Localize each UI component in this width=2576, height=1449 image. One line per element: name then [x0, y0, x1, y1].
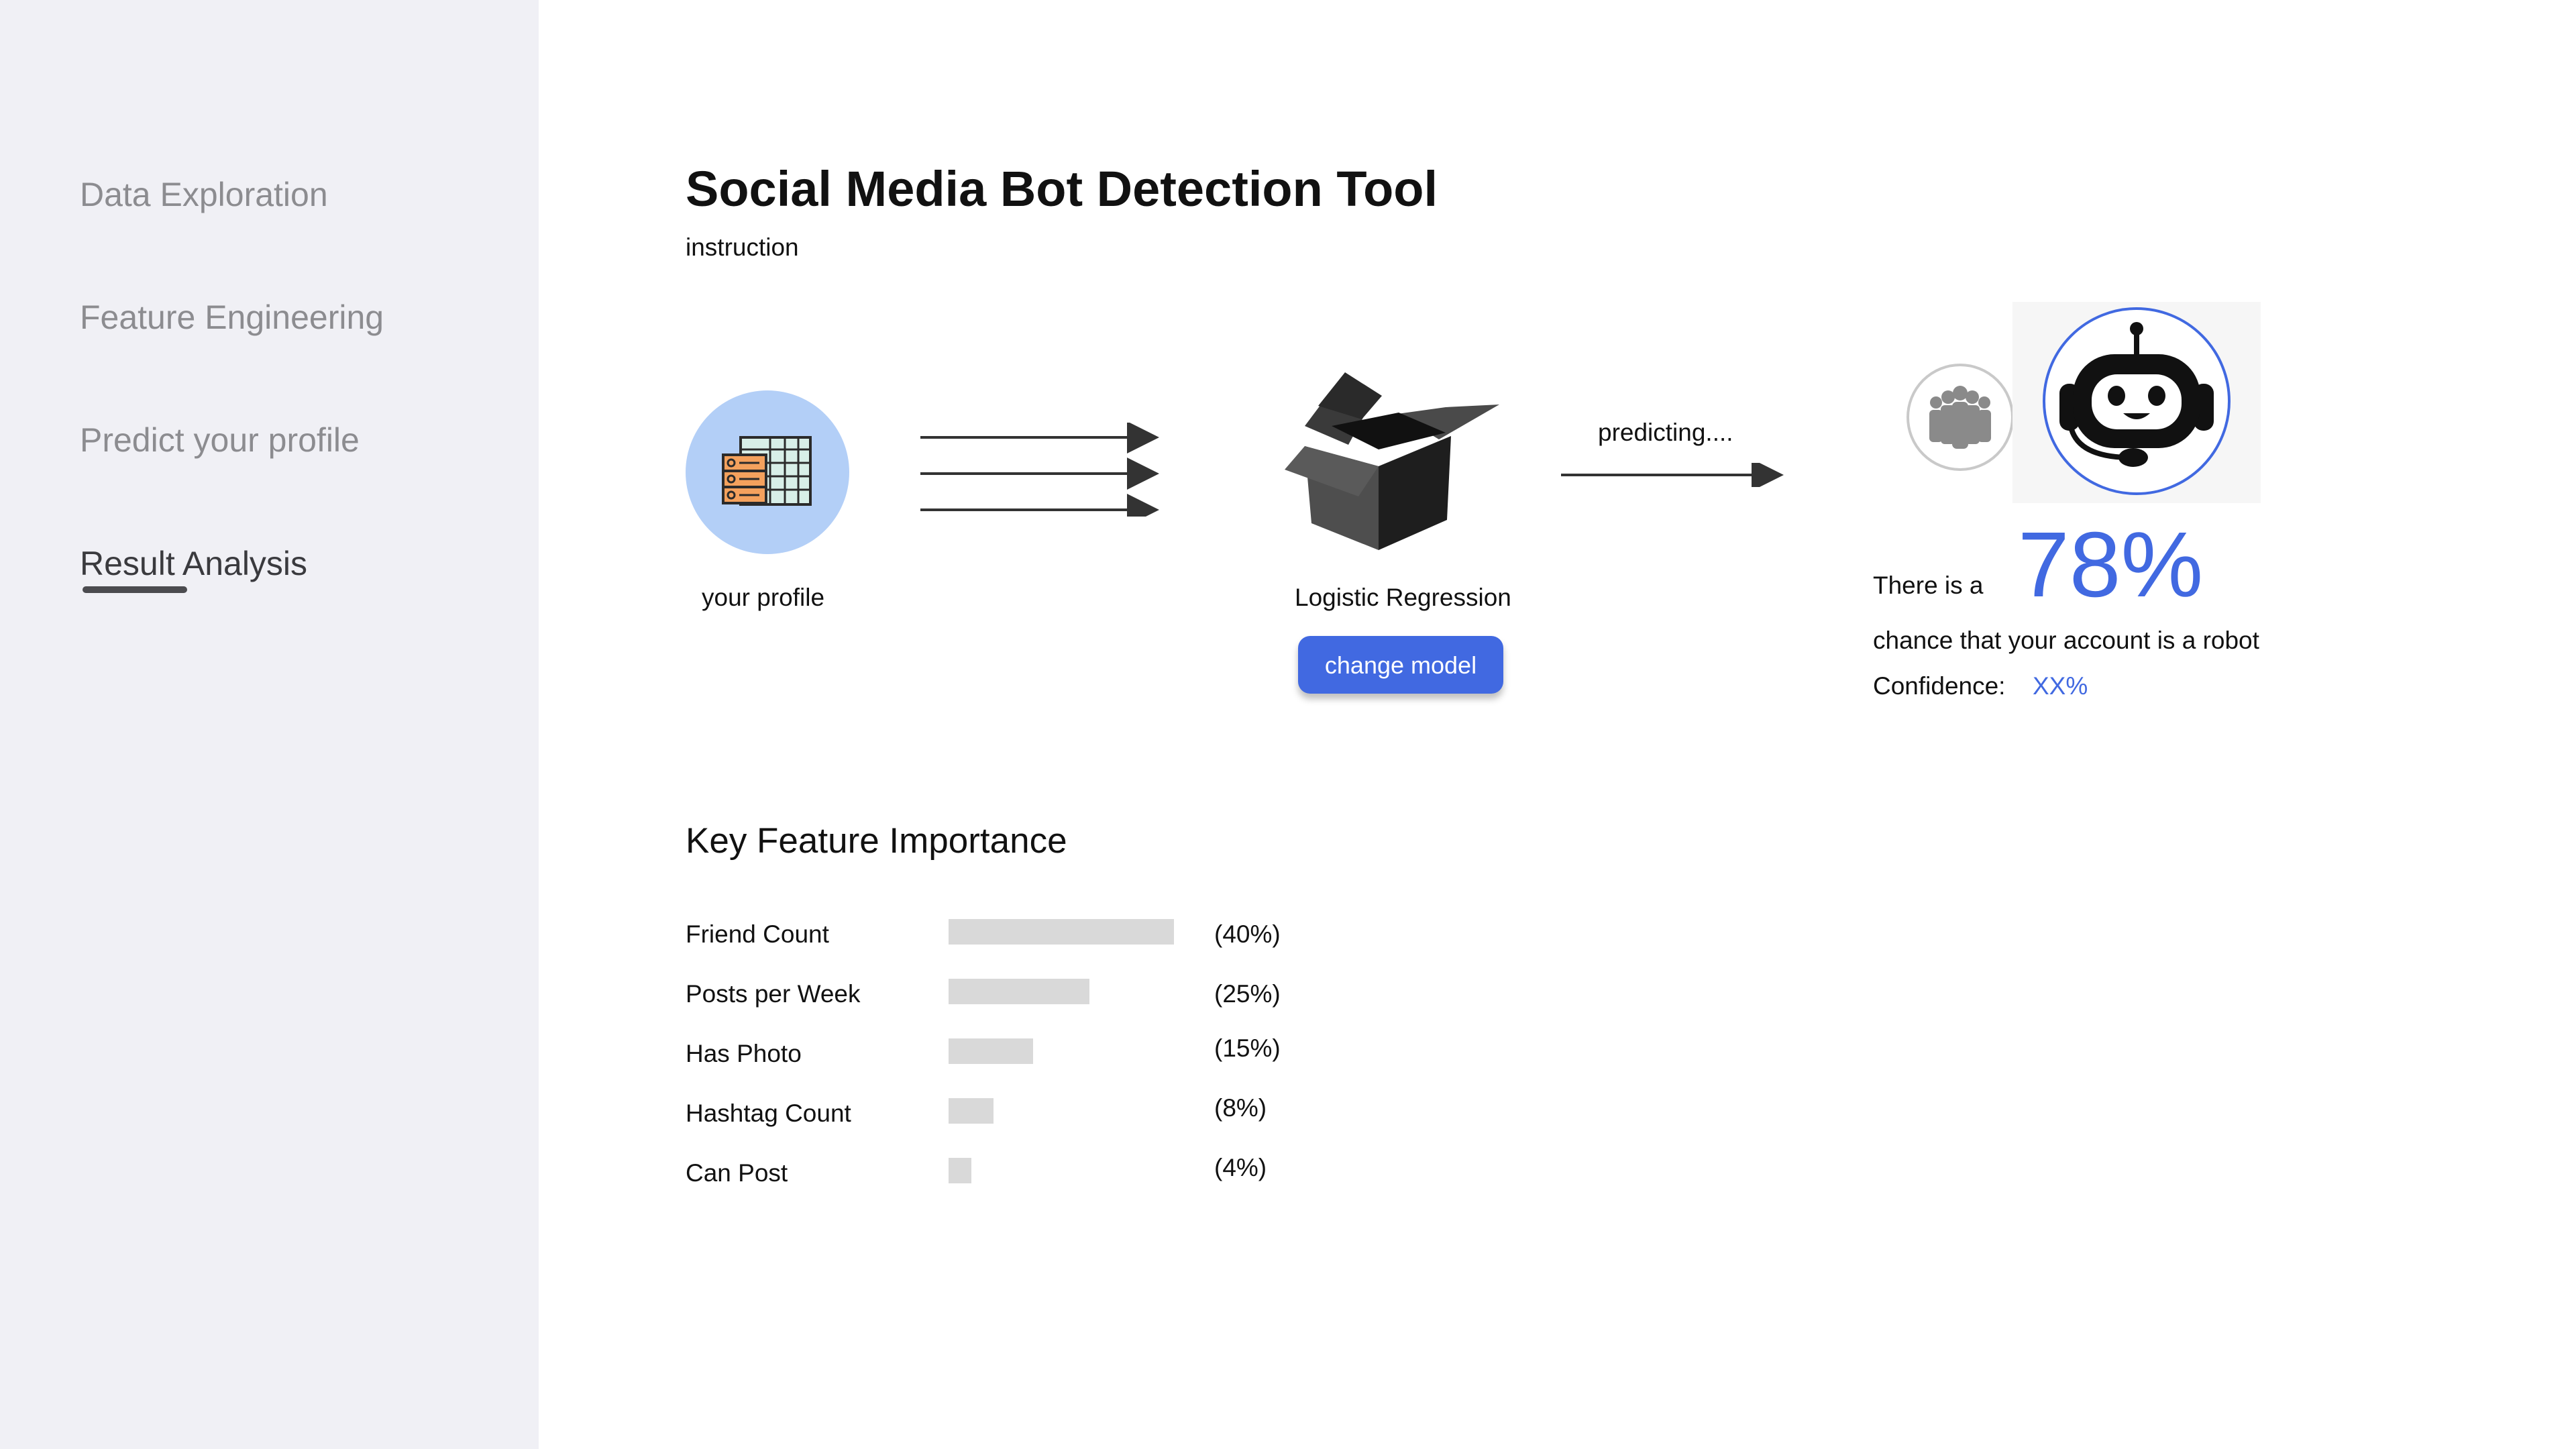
feature-percent: (4%) — [1214, 1154, 1267, 1181]
model-label: Logistic Regression — [1295, 584, 1511, 611]
sidebar-item-result-analysis[interactable]: Result Analysis — [80, 543, 307, 584]
confidence-value: XX% — [2033, 672, 2088, 700]
predict-arrow — [1561, 463, 1784, 487]
input-arrows — [920, 423, 1159, 517]
people-group-icon — [1907, 364, 2014, 471]
feature-bar — [949, 919, 1174, 945]
sidebar-item-feature-engineering[interactable]: Feature Engineering — [80, 297, 384, 337]
result-prefix: There is a — [1873, 572, 1984, 599]
profile-label: your profile — [702, 584, 825, 611]
bot-probability: 78% — [2018, 513, 2204, 616]
feature-percent: (8%) — [1214, 1094, 1267, 1122]
confidence-label: Confidence: — [1873, 672, 2006, 700]
feature-name: Friend Count — [686, 920, 829, 948]
sidebar-item-data-exploration[interactable]: Data Exploration — [80, 174, 328, 215]
feature-percent: (25%) — [1214, 980, 1281, 1008]
spreadsheet-icon — [722, 436, 812, 506]
change-model-button[interactable]: change model — [1298, 636, 1503, 694]
feature-bar — [949, 1038, 1033, 1064]
page-title: Social Media Bot Detection Tool — [686, 161, 1438, 217]
feature-percent: (15%) — [1214, 1034, 1281, 1062]
result-suffix: chance that your account is a robot — [1873, 627, 2259, 654]
feature-name: Posts per Week — [686, 980, 861, 1008]
sidebar: Data Exploration Feature Engineering Pre… — [0, 0, 539, 1449]
feature-name: Has Photo — [686, 1040, 802, 1067]
feature-bar — [949, 1158, 971, 1183]
profile-icon-circle — [686, 390, 849, 554]
feature-bar — [949, 1098, 994, 1124]
active-nav-indicator — [83, 586, 187, 593]
feature-importance-title: Key Feature Importance — [686, 821, 1067, 861]
open-box-icon — [1285, 372, 1499, 550]
sidebar-item-predict-profile[interactable]: Predict your profile — [80, 420, 360, 460]
predicting-label: predicting.... — [1598, 419, 1733, 446]
feature-bar — [949, 979, 1089, 1004]
feature-percent: (40%) — [1214, 920, 1281, 948]
feature-name: Hashtag Count — [686, 1099, 851, 1127]
robot-headset-icon — [2012, 302, 2261, 503]
instruction-link[interactable]: instruction — [686, 232, 799, 263]
feature-name: Can Post — [686, 1159, 788, 1187]
